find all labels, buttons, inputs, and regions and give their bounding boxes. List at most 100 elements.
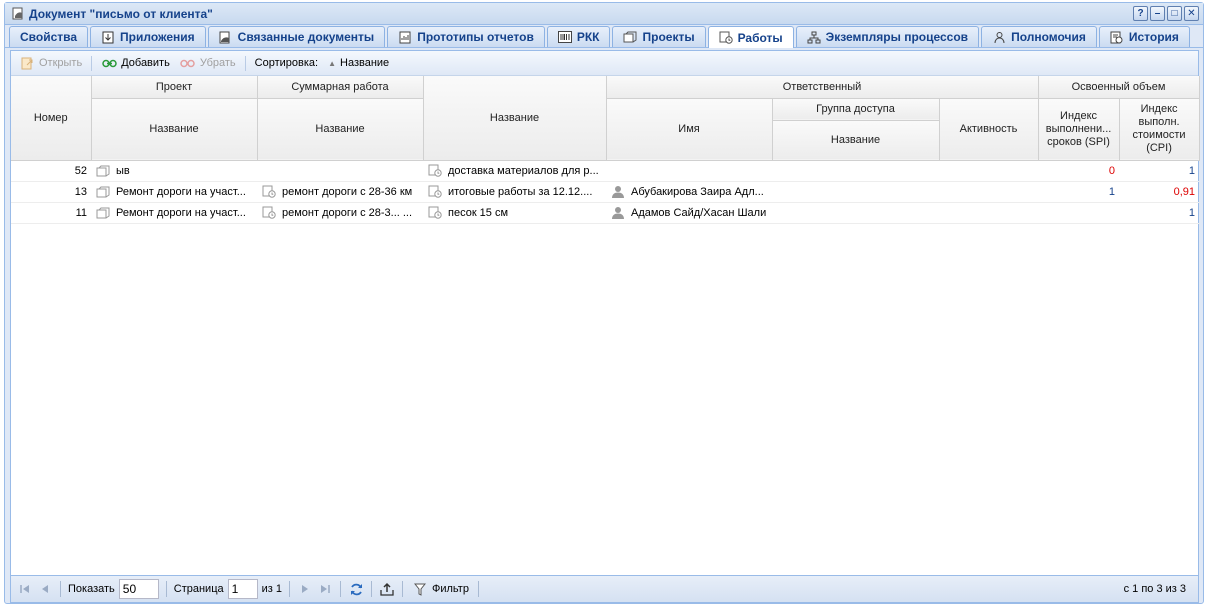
table-row[interactable]: 11 Ремонт дороги на участ... ремонт доро…	[11, 202, 1200, 224]
cell-project: Ремонт дороги на участ...	[91, 202, 257, 224]
authority-icon	[992, 30, 1006, 44]
toolbar-separator	[91, 55, 93, 71]
person-name: Адамов Сайд/Хасан Шали	[631, 206, 767, 219]
filter-label: Фильтр	[432, 583, 469, 595]
cell-project: ыв	[91, 160, 257, 182]
header-earned-value: Освоенный объем	[1038, 76, 1200, 99]
history-icon	[1110, 30, 1124, 44]
paging-separator	[165, 581, 167, 597]
cell-access-group	[772, 181, 939, 203]
cell-activity	[939, 202, 1039, 224]
tab-attachments[interactable]: Приложения	[90, 26, 206, 47]
tab-label: Приложения	[120, 30, 195, 44]
tab-linked-documents[interactable]: Связанные документы	[207, 26, 386, 47]
project-icon	[95, 185, 111, 199]
add-label: Добавить	[121, 57, 170, 69]
help-button[interactable]: ?	[1133, 6, 1148, 21]
tab-properties[interactable]: Свойства	[9, 26, 89, 47]
project-icon	[95, 206, 111, 220]
page-size-input[interactable]	[118, 579, 159, 599]
summary-name: ремонт дороги с 28-3... ...	[282, 206, 413, 219]
show-label: Показать	[68, 583, 115, 595]
paging-separator	[477, 581, 479, 597]
table-row[interactable]: 52 ыв доставка материалов для р... 0 1	[11, 160, 1200, 182]
tab-history[interactable]: История	[1098, 26, 1190, 47]
user-icon	[610, 206, 626, 220]
cell-spi: 0	[1038, 160, 1120, 182]
open-label: Открыть	[39, 57, 83, 69]
header-summary-name[interactable]: Название	[257, 98, 424, 161]
document-icon	[11, 7, 25, 21]
cell-activity	[939, 160, 1039, 182]
task-icon	[261, 206, 277, 220]
attachment-icon	[101, 30, 115, 44]
cell-person: Адамов Сайд/Хасан Шали	[606, 202, 772, 224]
refresh-icon[interactable]	[348, 581, 364, 597]
header-project-name[interactable]: Название	[91, 98, 258, 161]
minimize-button[interactable]: –	[1150, 6, 1165, 21]
page-label: Страница	[173, 583, 224, 595]
tab-works[interactable]: Работы	[707, 26, 794, 48]
header-summary-work: Суммарная работа	[257, 76, 424, 99]
cell-activity	[939, 181, 1039, 203]
cell-name: песок 15 см	[423, 202, 606, 224]
last-page-icon[interactable]	[317, 581, 333, 597]
add-button[interactable]: Добавить	[97, 54, 174, 72]
page-number-input[interactable]	[227, 579, 258, 599]
tab-process-instances[interactable]: Экземпляры процессов	[795, 26, 980, 47]
tab-authorities[interactable]: Полномочия	[981, 26, 1097, 47]
summary-name: ремонт дороги с 28-36 км	[282, 185, 413, 198]
export-icon[interactable]	[379, 581, 395, 597]
tab-projects[interactable]: Проекты	[612, 26, 706, 47]
cell-project: Ремонт дороги на участ...	[91, 181, 257, 203]
remove-button[interactable]: Убрать	[176, 54, 240, 72]
cell-cpi: 1	[1119, 202, 1200, 224]
works-panel: Открыть Добавить Убрать Сортировка: ▲ На…	[10, 50, 1200, 603]
open-button[interactable]: Открыть	[15, 54, 86, 72]
project-name: Ремонт дороги на участ...	[116, 185, 246, 198]
first-page-icon[interactable]	[17, 581, 33, 597]
cell-summary-work: ремонт дороги с 28-3... ...	[257, 202, 423, 224]
cell-cpi: 0,91	[1119, 181, 1200, 203]
page-count-label: из 1	[261, 583, 282, 595]
task-icon	[261, 185, 277, 199]
linked-docs-icon	[219, 30, 233, 44]
tab-label: РКК	[576, 30, 600, 44]
header-responsible-name[interactable]: Имя	[606, 98, 773, 161]
header-name[interactable]: Название	[423, 76, 607, 161]
works-grid: Номер Проект Суммарная работа Название О…	[11, 76, 1200, 224]
maximize-button[interactable]: □	[1167, 6, 1182, 21]
task-icon	[719, 31, 733, 45]
open-icon	[19, 56, 35, 70]
header-activity[interactable]: Активность	[939, 98, 1039, 161]
header-access-group-name[interactable]: Название	[772, 120, 940, 161]
tab-label: Работы	[737, 30, 783, 45]
work-name: песок 15 см	[448, 206, 509, 219]
tab-label: Проекты	[642, 30, 695, 44]
filter-button[interactable]: Фильтр	[410, 582, 471, 596]
header-spi[interactable]: Индекс выполнени... сроков (SPI)	[1038, 98, 1120, 161]
paging-summary: с 1 по 3 из 3	[1123, 583, 1186, 595]
table-row[interactable]: 13 Ремонт дороги на участ... ремонт доро…	[11, 181, 1200, 203]
tab-rkk[interactable]: РКК	[546, 26, 611, 47]
cell-number: 13	[11, 181, 91, 203]
link-add-icon	[101, 56, 117, 70]
report-icon	[398, 30, 412, 44]
sort-field-button[interactable]: ▲ Название	[324, 55, 393, 71]
header-cpi[interactable]: Индекс выполн. стоимости (CPI)	[1119, 98, 1200, 161]
tab-label: Экземпляры процессов	[825, 30, 969, 44]
remove-label: Убрать	[199, 57, 236, 69]
project-icon	[623, 30, 637, 44]
work-name: итоговые работы за 12.12....	[448, 185, 593, 198]
cell-spi	[1038, 202, 1120, 224]
cell-summary-work: ремонт дороги с 28-36 км	[257, 181, 423, 203]
header-number[interactable]: Номер	[11, 76, 92, 161]
cell-access-group	[772, 160, 939, 182]
next-page-icon[interactable]	[297, 581, 313, 597]
tab-label: История	[1128, 30, 1179, 44]
tab-label: Связанные документы	[237, 30, 375, 44]
tab-report-prototypes[interactable]: Прототипы отчетов	[387, 26, 545, 47]
window-titlebar[interactable]: Документ "письмо от клиента" ? – □ ✕	[5, 3, 1203, 25]
close-button[interactable]: ✕	[1184, 6, 1199, 21]
prev-page-icon[interactable]	[37, 581, 53, 597]
